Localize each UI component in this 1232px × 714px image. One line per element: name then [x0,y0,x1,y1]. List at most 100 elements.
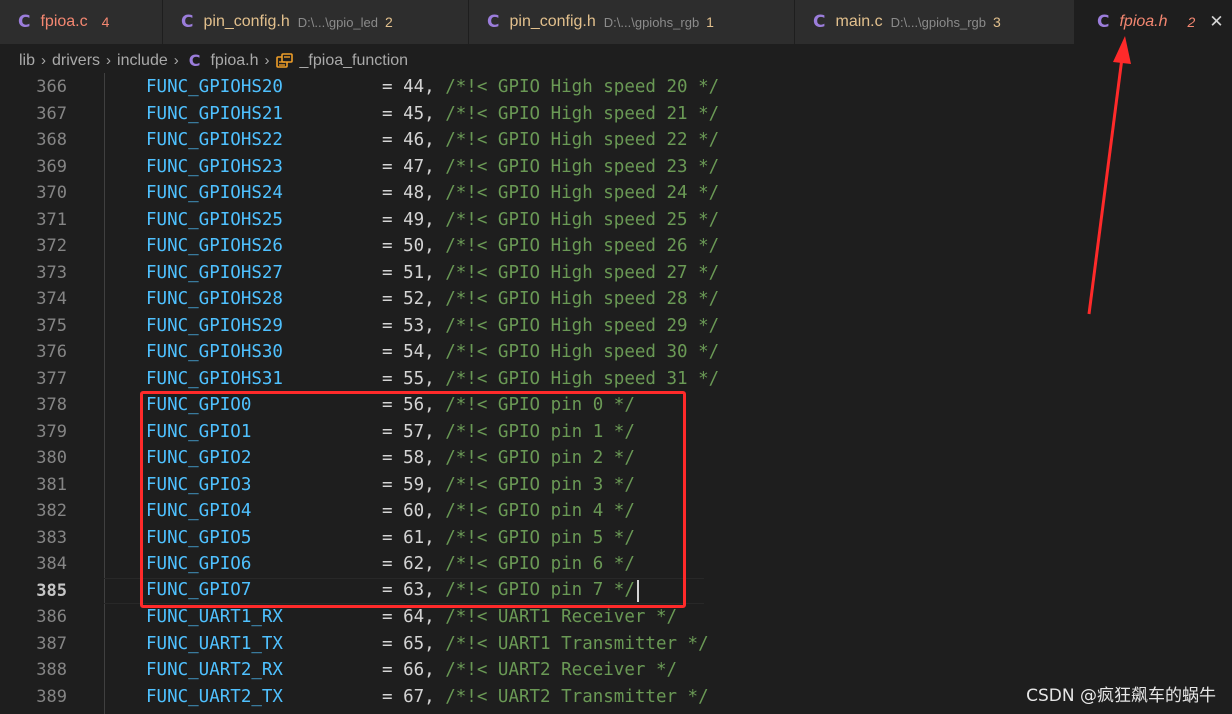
enum-identifier: FUNC_GPIOHS20 [146,77,283,98]
watermark: CSDN @疯狂飙车的蜗牛 [1026,686,1216,706]
enum-identifier: FUNC_GPIOHS29 [146,315,283,336]
tab-path: D:\...\gpiohs_rgb [603,14,700,30]
line-number: 378 [36,395,67,416]
tab-label: main.c [835,13,883,30]
enum-value: 44 [403,77,425,98]
code-text: FUNC_GPIOHS20 = 44, /*!< GPIO High speed … [146,77,719,97]
code-line[interactable]: 374 FUNC_GPIOHS28 = 52, /*!< GPIO High spe… [0,286,1232,313]
code-comment: /*!< GPIO High speed 29 */ [445,315,720,336]
enum-identifier: FUNC_GPIOHS24 [146,183,283,204]
comma: , [424,633,446,654]
code-line[interactable]: 370 FUNC_GPIOHS24 = 48, /*!< GPIO High spe… [0,180,1232,207]
comma: , [424,315,446,336]
comma: , [424,262,446,283]
comma: , [424,607,446,628]
code-text: FUNC_UART2_RX = 66, /*!< UART2 Receiver *… [146,660,677,680]
code-line[interactable]: 387 FUNC_UART1_TX = 65, /*!< UART1 Transmi… [0,631,1232,658]
chevron-right-icon: › [264,52,270,69]
comma: , [424,183,446,204]
c-file-icon: C [188,51,201,70]
problem-count-badge: 4 [101,14,110,30]
comma: , [424,130,446,151]
c-file-icon: C [813,12,826,32]
code-comment: /*!< GPIO High speed 21 */ [445,103,720,124]
code-line[interactable]: 388 FUNC_UART2_RX = 66, /*!< UART2 Receive… [0,657,1232,684]
enum-value: 65 [403,633,425,654]
code-comment: /*!< GPIO High speed 27 */ [445,262,720,283]
enum-value: 55 [403,368,425,389]
code-text: FUNC_UART1_RX = 64, /*!< UART1 Receiver *… [146,607,677,627]
problem-count-badge: 1 [706,14,714,30]
c-file-icon: C [1097,12,1110,32]
enum-value: 46 [403,130,425,151]
breadcrumb-drivers[interactable]: drivers [52,52,100,70]
enum-value: 67 [403,686,425,707]
enum-value: 49 [403,209,425,230]
line-number: 385 [36,580,67,601]
code-text: FUNC_GPIOHS31 = 55, /*!< GPIO High speed … [146,369,719,389]
enum-identifier: FUNC_GPIOHS22 [146,130,283,151]
code-line[interactable]: 376 FUNC_GPIOHS30 = 54, /*!< GPIO High spe… [0,339,1232,366]
breadcrumb-lib[interactable]: lib [19,52,35,70]
code-comment: /*!< UART1 Receiver */ [445,607,678,628]
enum-symbol-icon [275,52,293,68]
code-line[interactable]: 372 FUNC_GPIOHS26 = 50, /*!< GPIO High spe… [0,233,1232,260]
code-line[interactable]: 377 FUNC_GPIOHS31 = 55, /*!< GPIO High spe… [0,366,1232,393]
breadcrumb-symbol[interactable]: _fpioa_function [300,52,409,70]
code-comment: /*!< UART2 Transmitter */ [445,686,709,707]
line-number: 372 [36,236,67,257]
equals-operator: = [382,315,404,336]
line-number: 377 [36,368,67,389]
tab-main-c[interactable]: C main.c D:\...\gpiohs_rgb 3 [795,0,1075,44]
code-comment: /*!< GPIO High speed 30 */ [445,342,720,363]
enum-identifier: FUNC_GPIOHS27 [146,262,283,283]
line-number: 371 [36,209,67,230]
equals-operator: = [382,156,404,177]
comma: , [424,686,446,707]
problem-count-badge: 3 [993,14,1001,30]
line-number: 382 [36,501,67,522]
tab-pin-config-gpio-led[interactable]: C pin_config.h D:\...\gpio_led 2 [163,0,469,44]
equals-operator: = [382,103,404,124]
comma: , [424,342,446,363]
tab-fpioa-h[interactable]: C fpioa.h 2 ✕ [1075,0,1232,44]
code-line[interactable]: 367 FUNC_GPIOHS21 = 45, /*!< GPIO High spe… [0,101,1232,128]
tab-label: fpioa.c [40,13,88,30]
enum-identifier: FUNC_UART2_TX [146,686,283,707]
tab-pin-config-gpiohs-rgb[interactable]: C pin_config.h D:\...\gpiohs_rgb 1 [469,0,795,44]
equals-operator: = [382,130,404,151]
code-line[interactable]: 369 FUNC_GPIOHS23 = 47, /*!< GPIO High spe… [0,154,1232,181]
breadcrumb-file[interactable]: fpioa.h [210,52,258,70]
comma: , [424,289,446,310]
enum-identifier: FUNC_GPIOHS21 [146,103,283,124]
enum-identifier: FUNC_UART2_RX [146,660,283,681]
code-comment: /*!< GPIO High speed 25 */ [445,209,720,230]
tab-label: fpioa.h [1119,13,1168,30]
code-text: FUNC_UART2_TX = 67, /*!< UART2 Transmitte… [146,687,709,707]
code-line[interactable]: 371 FUNC_GPIOHS25 = 49, /*!< GPIO High spe… [0,207,1232,234]
code-text: FUNC_GPIOHS24 = 48, /*!< GPIO High speed … [146,183,719,203]
code-line[interactable]: 366 FUNC_GPIOHS20 = 44, /*!< GPIO High spe… [0,74,1232,101]
comma: , [424,156,446,177]
comma: , [424,660,446,681]
line-number: 375 [36,315,67,336]
code-line[interactable]: 375 FUNC_GPIOHS29 = 53, /*!< GPIO High spe… [0,313,1232,340]
tab-fpioa-c[interactable]: C fpioa.c 4 [0,0,163,44]
breadcrumb-include[interactable]: include [117,52,168,70]
enum-value: 51 [403,262,425,283]
comma: , [424,209,446,230]
line-number: 384 [36,554,67,575]
tab-label: pin_config.h [509,13,596,30]
tab-path: D:\...\gpio_led [297,14,378,30]
chevron-right-icon: › [173,52,179,69]
code-line[interactable]: 368 FUNC_GPIOHS22 = 46, /*!< GPIO High spe… [0,127,1232,154]
equals-operator: = [382,209,404,230]
line-number: 366 [36,77,67,98]
c-file-icon: C [487,12,500,32]
code-comment: /*!< UART1 Transmitter */ [445,633,709,654]
close-icon[interactable]: ✕ [1209,12,1223,32]
code-line[interactable]: 373 FUNC_GPIOHS27 = 51, /*!< GPIO High spe… [0,260,1232,287]
line-number: 386 [36,607,67,628]
code-text: FUNC_GPIOHS28 = 52, /*!< GPIO High speed … [146,289,719,309]
equals-operator: = [382,633,404,654]
